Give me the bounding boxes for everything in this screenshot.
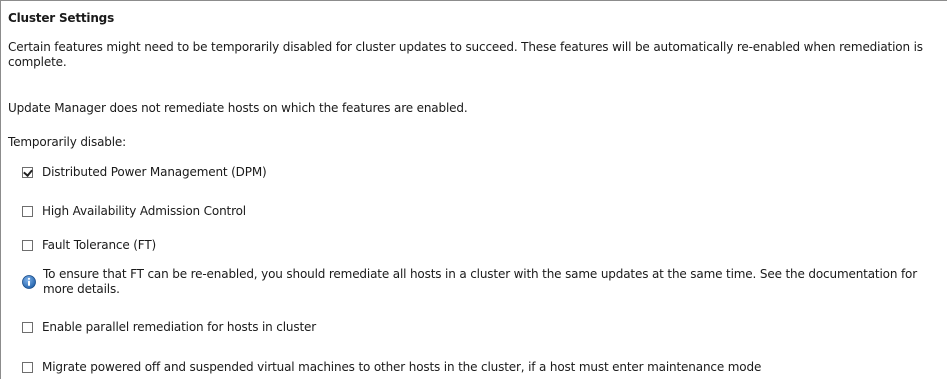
fault-tolerance-label: Fault Tolerance (FT) <box>42 238 157 252</box>
ft-info-text: To ensure that FT can be re-enabled, you… <box>43 267 918 296</box>
parallel-remediation-label: Enable parallel remediation for hosts in… <box>42 320 317 334</box>
fault-tolerance-checkbox[interactable] <box>22 239 33 251</box>
ha-admission-control-label: High Availability Admission Control <box>42 204 246 218</box>
migrate-vms-checkbox[interactable] <box>22 361 33 373</box>
migrate-vms-label: Migrate powered off and suspended virtua… <box>42 360 762 374</box>
option-parallel-remediation[interactable]: Enable parallel remediation for hosts in… <box>7 319 316 335</box>
parallel-remediation-checkbox[interactable] <box>22 321 33 333</box>
ha-admission-control-checkbox[interactable] <box>22 205 33 217</box>
dpm-checkbox[interactable] <box>22 166 33 178</box>
intro-text: Certain features might need to be tempor… <box>8 40 923 69</box>
option-migrate-vms[interactable]: Migrate powered off and suspended virtua… <box>7 359 761 375</box>
temporarily-disable-label: Temporarily disable: <box>8 135 127 149</box>
info-icon <box>22 275 36 289</box>
ft-info-message: To ensure that FT can be re-enabled, you… <box>22 267 942 297</box>
hosts-note-text: Update Manager does not remediate hosts … <box>8 101 468 115</box>
cluster-settings-panel: Cluster Settings Certain features might … <box>0 0 947 379</box>
section-title: Cluster Settings <box>8 11 115 25</box>
option-dpm[interactable]: Distributed Power Management (DPM) <box>7 164 267 180</box>
option-ha-admission-control[interactable]: High Availability Admission Control <box>7 203 246 219</box>
option-fault-tolerance[interactable]: Fault Tolerance (FT) <box>7 237 156 253</box>
dpm-label: Distributed Power Management (DPM) <box>42 165 267 179</box>
